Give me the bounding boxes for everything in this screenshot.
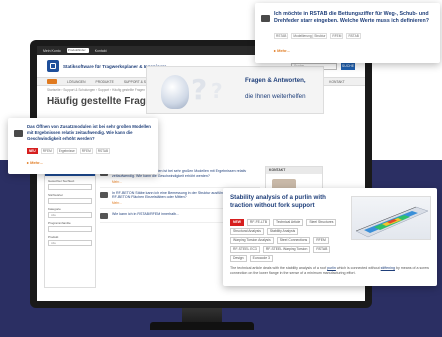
- technical-article-card[interactable]: Stability analysis of a purlin with trac…: [223, 188, 437, 286]
- nav-item-solutions[interactable]: LÖSUNGEN: [67, 80, 86, 84]
- category-select[interactable]: Alle: [48, 212, 92, 218]
- chip[interactable]: RSTAB: [313, 246, 331, 253]
- tag[interactable]: Modellierung | Struktur: [291, 33, 328, 39]
- faq-question[interactable]: Wie kann ich in RSTAB/RFEM innerhalb...: [112, 212, 179, 217]
- topbar-contact[interactable]: Kontakt: [95, 49, 107, 53]
- filter-label: Programmfamilie: [48, 221, 71, 225]
- tag[interactable]: RFEM: [40, 148, 54, 154]
- filter-label: Gesuchter Suchtext: [48, 179, 75, 183]
- faq-filter-panel: FAQ-FILTER & SUCHE Gesuchter Suchtext St…: [44, 168, 96, 288]
- question-mark-icon: ?: [211, 79, 223, 103]
- faq-question[interactable]: Das Öffnen von Zusatzmodulen ist bei seh…: [27, 124, 153, 141]
- tag-list: NEU RFEM Ergebnisse RFEM RSTAB: [27, 148, 111, 154]
- topbar-product-finder[interactable]: Produktfinder: [66, 48, 89, 53]
- chip[interactable]: Stability Analysis: [266, 228, 299, 235]
- purlin-link[interactable]: purlin: [327, 266, 336, 270]
- tag[interactable]: RFEM: [330, 33, 344, 39]
- monitor-icon: [100, 191, 108, 198]
- tag[interactable]: Ergebnisse: [56, 148, 77, 154]
- chip-row: Structural Analysis Stability Analysis: [230, 228, 299, 235]
- search-button[interactable]: SUCHE: [341, 62, 355, 70]
- article-abstract: The technical article deals with the sta…: [230, 266, 429, 275]
- filter-label: Produkt: [48, 235, 59, 239]
- chip[interactable]: Design: [230, 255, 247, 262]
- product-select[interactable]: Alle: [48, 240, 92, 246]
- teaser-subtitle: die Ihnen weiterhelfen: [245, 93, 306, 100]
- filter-label: Stichwörter: [48, 193, 64, 197]
- nav-item-products[interactable]: PRODUKTE: [96, 80, 114, 84]
- faq-teaser-banner: ? ? Fragen & Antworten, die Ihnen weiter…: [146, 66, 324, 114]
- monitor-icon: [100, 213, 108, 220]
- chip[interactable]: RF-FE-LTB: [246, 219, 270, 226]
- chip[interactable]: Eurocode 3: [249, 255, 273, 262]
- chip[interactable]: RF-STEEL Warping Torsion: [262, 246, 311, 253]
- stage: Mein Konto Produktfinder Kontakt Tage So…: [0, 0, 442, 337]
- chip-row: RF-STEEL EC3 RF-STEEL Warping Torsion RS…: [230, 246, 331, 253]
- filter-label: Kategorie: [48, 207, 61, 211]
- monitor-base: [150, 322, 254, 330]
- chip[interactable]: Steel Connections: [276, 237, 311, 244]
- search-text-field[interactable]: [48, 184, 92, 190]
- article-title[interactable]: Stability analysis of a purlin with trac…: [230, 194, 350, 209]
- lightbulb-icon: [161, 75, 189, 109]
- faq-card-left[interactable]: Das Öffnen von Zusatzmodulen ist bei seh…: [8, 118, 158, 174]
- monitor-icon: [14, 130, 23, 137]
- chip[interactable]: Structural Analysis: [230, 228, 264, 235]
- tag[interactable]: RFEM: [79, 148, 93, 154]
- nav-item-contact[interactable]: KONTAKT: [329, 80, 344, 84]
- contact-header: KONTAKT: [266, 167, 322, 174]
- tag[interactable]: RSTAB: [274, 33, 289, 39]
- topbar-account[interactable]: Mein Konto: [43, 49, 61, 53]
- stiffening-link[interactable]: stiffening: [381, 266, 395, 270]
- new-badge: NEU: [27, 148, 38, 154]
- chip-row: Design Eurocode 3: [230, 255, 273, 262]
- chip[interactable]: Steel Structures: [306, 219, 337, 226]
- home-icon[interactable]: [47, 79, 57, 84]
- teaser-title: Fragen & Antworten,: [245, 77, 306, 84]
- chip[interactable]: Technical Article: [273, 219, 304, 226]
- keywords-field[interactable]: [48, 198, 92, 204]
- fem-model-image: [355, 206, 429, 238]
- new-badge: NEW: [230, 219, 244, 226]
- program-family-select[interactable]: [48, 226, 92, 232]
- chip[interactable]: Warping Torsion Analysis: [230, 237, 274, 244]
- faq-card-top[interactable]: Ich möchte in RSTAB die Bettungsziffer f…: [255, 3, 440, 63]
- tag[interactable]: RSTAB: [346, 33, 361, 39]
- chip[interactable]: RF-STEEL EC3: [230, 246, 260, 253]
- chip-row: NEW RF-FE-LTB Technical Article Steel St…: [230, 219, 337, 226]
- more-link[interactable]: ▸ Mehr...: [27, 160, 43, 165]
- chip-row: Warping Torsion Analysis Steel Connectio…: [230, 237, 329, 244]
- faq-question[interactable]: Ich möchte in RSTAB die Bettungsziffer f…: [274, 11, 434, 25]
- tag[interactable]: RSTAB: [95, 148, 111, 154]
- monitor-icon: [261, 15, 270, 22]
- fem-model-thumbnail: [351, 196, 431, 240]
- more-link[interactable]: ▸ Mehr...: [274, 48, 290, 53]
- tag-list: RSTAB Modellierung | Struktur RFEM RSTAB: [274, 33, 361, 39]
- dlubal-logo-icon[interactable]: [47, 60, 59, 72]
- more-link[interactable]: Mehr...: [112, 180, 260, 184]
- question-mark-icon: ?: [191, 73, 208, 106]
- chip[interactable]: RFEM: [313, 237, 329, 244]
